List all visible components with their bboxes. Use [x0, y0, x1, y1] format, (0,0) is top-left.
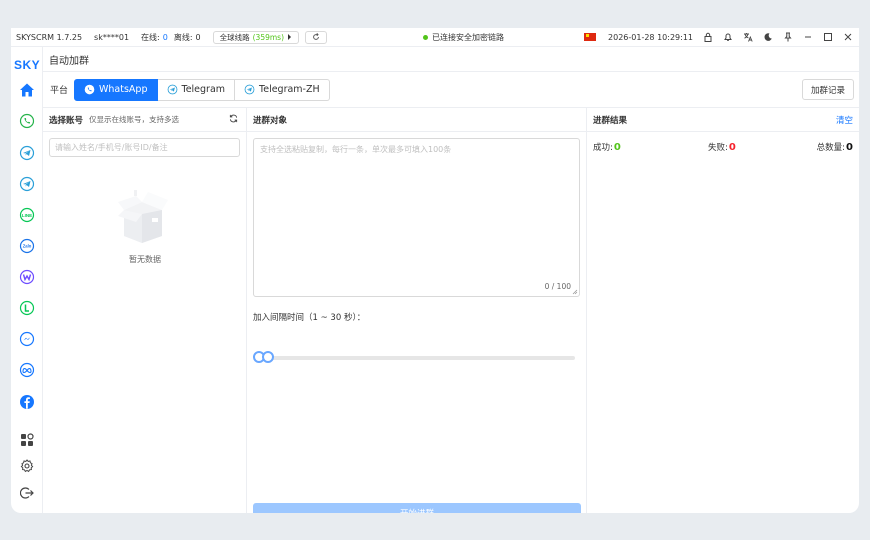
username: sk****01 [94, 32, 130, 42]
fail-stat: 失败: 0 [708, 141, 736, 154]
line-latency: (359ms) [252, 32, 285, 42]
meta-icon[interactable] [19, 362, 35, 378]
target-panel: 进群对象 支持全选粘贴复制，每行一条，单次最多可填入100条 0 / 100 加… [247, 108, 587, 513]
tab-label: Telegram-ZH [259, 84, 320, 95]
zalo-icon[interactable]: Zalo [19, 238, 35, 254]
target-textarea[interactable]: 支持全选粘贴复制，每行一条，单次最多可填入100条 0 / 100 [253, 138, 580, 297]
tab-whatsapp[interactable]: WhatsApp [74, 78, 158, 101]
start-join-button[interactable]: 开始进群 [253, 503, 581, 513]
app-window: SKYSCRM 1.7.25 sk****01 在线: 0 离线: 0 全球线路… [11, 28, 859, 513]
whoscall-icon[interactable] [19, 269, 35, 285]
facebook-icon[interactable] [19, 394, 35, 410]
line-lite-icon[interactable] [19, 300, 35, 316]
refresh-icon [313, 33, 319, 40]
telegram-icon [167, 84, 177, 95]
datetime: 2026-01-28 10:29:11 [608, 32, 693, 42]
svg-text:Zalo: Zalo [23, 244, 32, 249]
total-stat: 总数量: 0 [816, 141, 853, 154]
connection-text: 已连接安全加密链路 [432, 32, 504, 42]
fail-value: 0 [728, 141, 736, 153]
apps-grid-icon[interactable] [19, 432, 35, 448]
page-title: 自动加群 [49, 55, 89, 67]
tab-label: Telegram [181, 84, 226, 95]
resize-handle-icon[interactable] [572, 289, 578, 295]
offline-label: 离线: [173, 32, 193, 42]
home-icon[interactable] [19, 82, 35, 98]
result-panel: 进群结果 清空 成功: 0 失败: 0 总数量: 0 [587, 108, 859, 513]
line-name: 全球线路 [219, 32, 250, 42]
app-version: SKYSCRM 1.7.25 [16, 32, 83, 42]
bell-icon[interactable] [722, 32, 733, 43]
maximize-icon[interactable] [822, 32, 833, 43]
sidebar: SKY LINE Zalo [11, 47, 43, 513]
online-label: 在线: [141, 32, 160, 42]
account-panel-header: 选择账号 仅显示在线账号，支持多选 [43, 108, 246, 132]
logout-icon[interactable] [19, 485, 35, 501]
connection-status: 已连接安全加密链路 [423, 32, 504, 43]
refresh-line-button[interactable] [305, 30, 328, 44]
titlebar-right: 2026-01-28 10:29:11 [584, 32, 853, 43]
account-search-input[interactable]: 请输入姓名/手机号/账号ID/备注 [49, 138, 240, 157]
tab-label: WhatsApp [99, 84, 148, 95]
empty-text: 暂无数据 [129, 255, 161, 264]
telegram-icon[interactable] [19, 145, 35, 161]
platform-label: 平台 [50, 86, 69, 96]
moon-icon[interactable] [762, 32, 773, 43]
messenger-icon[interactable] [19, 331, 35, 347]
tab-telegram-zh[interactable]: Telegram-ZH [235, 78, 330, 101]
whatsapp-icon [84, 84, 95, 95]
line-selector[interactable]: 全球线路 (359ms) [212, 30, 300, 44]
pin-icon[interactable] [782, 32, 793, 43]
char-counter: 0 / 100 [544, 282, 571, 291]
total-value: 0 [846, 141, 853, 153]
page-header: 自动加群 [43, 47, 859, 72]
title-bar: SKYSCRM 1.7.25 sk****01 在线: 0 离线: 0 全球线路… [11, 28, 859, 47]
minimize-icon[interactable] [802, 32, 813, 43]
connection-dot-icon [423, 34, 428, 40]
target-panel-header: 进群对象 [247, 108, 586, 132]
account-panel-hint: 仅显示在线账号，支持多选 [89, 115, 180, 124]
settings-gear-icon[interactable] [19, 458, 35, 474]
sky-logo: SKY [14, 58, 41, 72]
result-panel-title: 进群结果 [593, 115, 628, 126]
line-icon[interactable]: LINE [19, 207, 35, 223]
success-value: 0 [613, 141, 621, 153]
success-stat: 成功: 0 [593, 141, 621, 154]
interval-slider-track[interactable] [255, 356, 575, 360]
fail-label: 失败: [708, 143, 728, 153]
platform-bar: 平台 WhatsApp Telegram Telegram-ZH 加群记录 [43, 72, 859, 108]
success-label: 成功: [593, 143, 613, 153]
online-count: 0 [162, 32, 168, 42]
china-flag-icon[interactable] [584, 33, 597, 41]
platform-tabs: WhatsApp Telegram Telegram-ZH [74, 78, 330, 101]
caret-right-icon [288, 34, 292, 40]
total-label: 总数量: [816, 143, 846, 153]
account-panel-title: 选择账号 [49, 115, 84, 126]
svg-text:LINE: LINE [22, 213, 32, 218]
tab-telegram[interactable]: Telegram [157, 78, 236, 101]
translate-icon[interactable] [742, 32, 753, 43]
target-panel-title: 进群对象 [253, 115, 288, 126]
whatsapp-icon[interactable] [19, 113, 35, 129]
telegram-zh-icon[interactable] [19, 176, 35, 192]
interval-slider-max-handle[interactable] [262, 351, 274, 363]
result-panel-header: 进群结果 清空 [587, 108, 859, 132]
telegram-icon [244, 84, 255, 95]
close-icon[interactable] [842, 32, 853, 43]
account-panel: 选择账号 仅显示在线账号，支持多选 请输入姓名/手机号/账号ID/备注 暂无数据 [43, 108, 247, 513]
refresh-accounts-icon[interactable] [229, 114, 238, 126]
target-placeholder: 支持全选粘贴复制，每行一条，单次最多可填入100条 [260, 145, 452, 154]
offline-count: 0 [195, 32, 201, 42]
lock-icon[interactable] [702, 32, 713, 43]
join-record-button[interactable]: 加群记录 [801, 79, 854, 100]
clear-results-link[interactable]: 清空 [836, 114, 853, 126]
empty-box-icon [118, 188, 168, 247]
interval-label: 加入间隔时间（1 ~ 30 秒）： [253, 313, 366, 323]
